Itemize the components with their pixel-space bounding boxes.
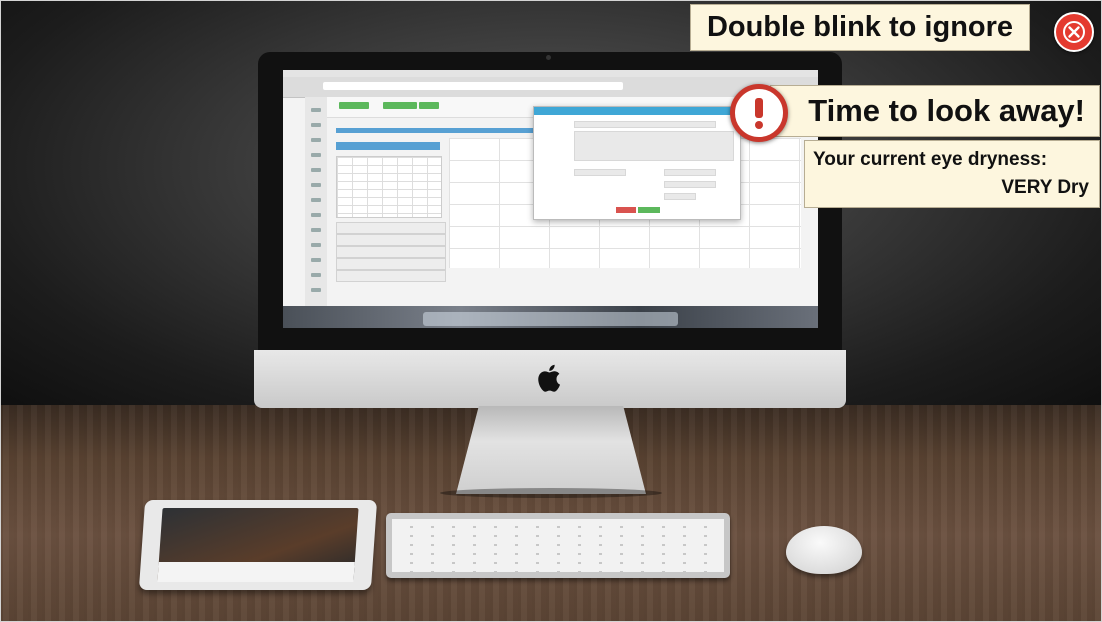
close-icon	[1063, 21, 1085, 43]
imac-stand	[456, 406, 646, 494]
browser-url-field	[323, 82, 623, 90]
ignore-instruction-text: Double blink to ignore	[706, 11, 1014, 43]
apple-logo-icon	[538, 364, 560, 392]
eye-dryness-value: VERY Dry	[1001, 177, 1089, 198]
modal-header	[534, 107, 740, 115]
accordion-row	[336, 270, 446, 282]
ipad-app-bar	[157, 562, 355, 582]
alert-title-banner: Time to look away!	[770, 85, 1100, 137]
eye-dryness-panel: Your current eye dryness: VERY Dry	[804, 140, 1100, 208]
exclamation-icon	[730, 84, 788, 142]
magic-mouse	[786, 526, 862, 574]
accordion-row	[336, 234, 446, 246]
eye-dryness-label: Your current eye dryness:	[813, 149, 1048, 170]
exclamation-glyph	[755, 98, 763, 129]
modal-textarea	[574, 131, 734, 161]
app-sidebar	[305, 97, 327, 307]
modal-field	[574, 121, 716, 128]
calendar-header	[336, 142, 440, 150]
app-header-button	[419, 102, 439, 109]
wireless-keyboard	[386, 513, 730, 578]
app-modal-dialog	[533, 106, 741, 220]
mac-dock	[423, 312, 678, 326]
accordion-row	[336, 222, 446, 234]
app-header-button	[383, 102, 417, 109]
app-header-button	[339, 102, 369, 109]
modal-cancel	[616, 207, 636, 213]
accordion-row	[336, 258, 446, 270]
modal-field	[664, 169, 716, 176]
ignore-instruction-banner: Double blink to ignore	[690, 4, 1030, 51]
modal-save	[638, 207, 660, 213]
stand-shadow	[440, 488, 662, 498]
keyboard-keys	[392, 519, 724, 572]
ipad-device	[138, 500, 378, 590]
alert-title: Time to look away!	[808, 93, 1085, 128]
accordion-row	[336, 246, 446, 258]
mini-calendar	[336, 156, 442, 218]
close-button[interactable]	[1054, 12, 1094, 52]
imac-camera	[546, 55, 551, 60]
modal-field	[574, 169, 626, 176]
modal-field	[664, 181, 716, 188]
modal-field	[664, 193, 696, 200]
